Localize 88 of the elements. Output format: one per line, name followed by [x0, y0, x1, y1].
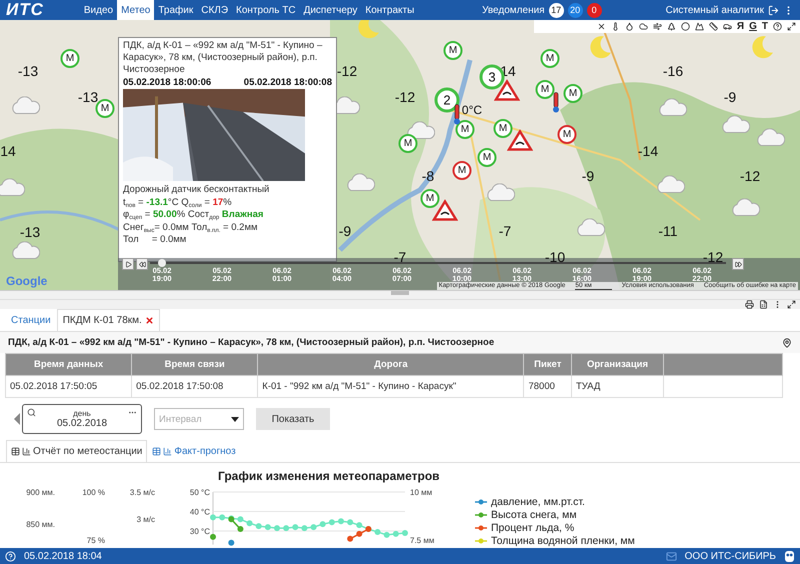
point	[283, 525, 290, 532]
point	[384, 532, 390, 538]
point	[210, 534, 216, 540]
legend-label: Высота снега, мм	[491, 509, 577, 521]
bar-chart-icon[interactable]	[22, 447, 31, 456]
point	[402, 530, 408, 536]
legend-label: Процент льда, %	[491, 522, 574, 534]
table-icon[interactable]	[11, 447, 20, 456]
print-icon[interactable]	[745, 300, 754, 309]
point	[274, 525, 280, 532]
legend-marker-icon	[475, 499, 487, 505]
nav-tab[interactable]: Видео	[80, 0, 118, 20]
nav-tab[interactable]: Контракты	[361, 0, 418, 20]
station-title: ПДК, а/д К-01 – «992 км а/д "М-51" - Купино – Карасук», 78 км, (Чистоозерный район), р.п. Чистоозерное	[8, 337, 494, 348]
point	[347, 536, 354, 542]
point	[356, 522, 362, 528]
axis-tick-label: 850 мм.	[26, 520, 55, 529]
axis-tick-label: 100 %	[82, 488, 105, 497]
axis-tick-label: 30 °C	[190, 527, 210, 536]
panel-tab[interactable]: ПКДМ К-01 78км.	[56, 309, 160, 331]
axis-tick-label: 3.5 м/с	[130, 488, 155, 497]
notifications-label[interactable]: Уведомления	[482, 4, 545, 16]
point	[210, 514, 216, 520]
nav-tab[interactable]: Диспетчеру	[300, 0, 362, 20]
logout-icon[interactable]	[768, 4, 779, 16]
nav-tab[interactable]: СКЛЭ	[197, 0, 232, 20]
point	[246, 520, 253, 526]
axis-tick-label: 7.5 мм	[410, 536, 434, 545]
axis-tick-label: 75 %	[86, 536, 105, 545]
axis-tick-label: 10 мм	[410, 488, 432, 497]
search-icon[interactable]	[27, 408, 36, 417]
table-cell: 05.02.2018 17:50:05	[6, 376, 132, 398]
point	[292, 524, 298, 530]
axis-tick-label: 50 °C	[190, 488, 210, 497]
data-series	[228, 540, 234, 546]
point	[219, 514, 226, 520]
point	[392, 530, 399, 537]
spreadsheet-icon[interactable]	[759, 300, 768, 309]
resize-handle[interactable]	[391, 291, 409, 295]
mail-icon[interactable]	[666, 550, 677, 562]
point	[356, 530, 362, 537]
point	[301, 525, 308, 532]
axis-tick-label: 40 °C	[190, 508, 210, 516]
point	[374, 528, 381, 535]
point	[328, 519, 335, 526]
legend-marker-icon	[475, 538, 487, 544]
legend-label: Толщина водяной пленки, мм	[491, 535, 635, 547]
legend-marker-icon	[475, 512, 487, 518]
point	[237, 516, 244, 522]
point	[338, 518, 344, 524]
company-name: ООО ИТС-СИБИРЬ	[684, 550, 776, 562]
column-header: Время связи	[132, 354, 258, 376]
legend-marker-icon	[475, 525, 487, 531]
caret-icon[interactable]	[231, 416, 239, 422]
report-tab[interactable]: Отчёт по метеостанции	[6, 440, 148, 462]
point	[310, 524, 317, 530]
chart-title: График изменения метеопараметров	[218, 469, 441, 483]
nav-tab[interactable]: Трафик	[154, 0, 198, 20]
notification-count[interactable]: 17	[548, 2, 564, 18]
y-axis-line	[212, 492, 214, 546]
table-cell: К-01 - "992 км а/д "М-51" - Купино - Карасук"	[258, 376, 524, 398]
footer-date: 05.02.2018 18:04	[24, 550, 102, 562]
table-cell: ТУАД	[572, 376, 664, 398]
point	[320, 521, 326, 528]
table-cell: 78000	[524, 376, 572, 398]
point	[347, 519, 354, 526]
logo[interactable]: ИТС	[6, 0, 44, 20]
point	[237, 526, 244, 532]
date-picker[interactable]: день 05.02.2018	[22, 404, 142, 434]
show-button[interactable]: Показать	[256, 408, 330, 430]
pin-icon[interactable]	[782, 338, 792, 348]
nav-tab[interactable]: Метео	[117, 0, 154, 20]
point	[256, 523, 262, 530]
column-header: Организация	[572, 354, 664, 376]
axis-tick-label: 900 мм.	[26, 488, 55, 497]
previous-icon[interactable]	[14, 413, 20, 425]
axis-tick-label: 3 м/с	[136, 515, 155, 524]
legend-label: давление, мм.рт.ст.	[491, 496, 585, 508]
nav-tab[interactable]: Контроль ТС	[232, 0, 300, 20]
notification-count[interactable]: 20	[568, 2, 583, 18]
user-name[interactable]: Системный аналитик	[666, 4, 764, 16]
column-header: Время данных	[6, 354, 132, 376]
point	[264, 524, 271, 530]
notification-count[interactable]: 0	[586, 2, 602, 18]
column-header: Пикет	[524, 354, 572, 376]
column-header: Дорога	[258, 354, 524, 376]
table-cell: 05.02.2018 17:50:08	[132, 376, 258, 398]
expand-icon[interactable]	[787, 300, 796, 309]
